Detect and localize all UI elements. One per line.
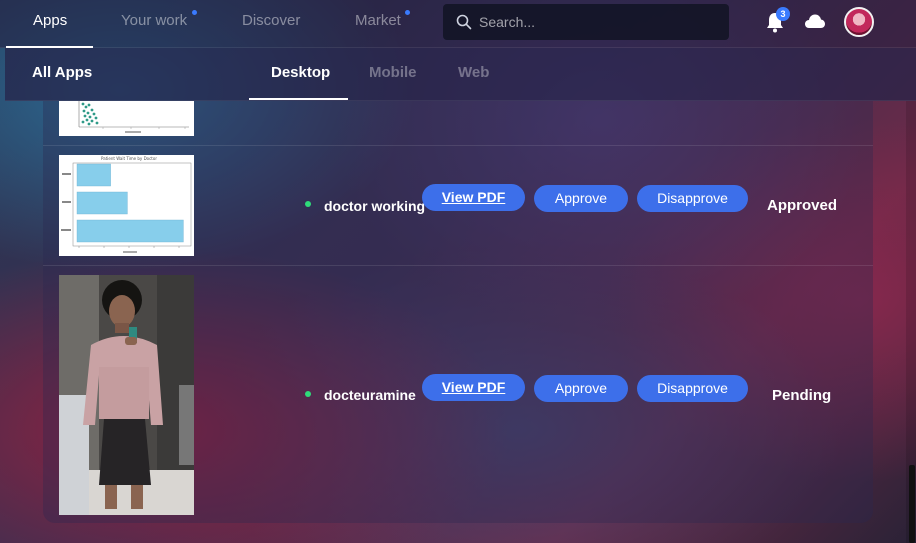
tab-discover[interactable]: Discover bbox=[242, 0, 300, 48]
notification-count-badge: 3 bbox=[776, 7, 790, 21]
market-indicator-dot bbox=[405, 10, 410, 15]
tab-apps[interactable]: Apps bbox=[5, 0, 94, 48]
sub-navbar: All Apps Desktop Mobile Web bbox=[5, 48, 916, 101]
active-tab-underline bbox=[249, 98, 348, 100]
bar-chart-image: Patient Wait Time by Doctor bbox=[61, 156, 192, 253]
person-photo-image bbox=[59, 275, 194, 515]
view-pdf-button[interactable]: View PDF bbox=[422, 184, 525, 211]
search-icon bbox=[456, 14, 472, 30]
chart-bars bbox=[76, 163, 184, 243]
app-author-name: doctor working bbox=[324, 198, 426, 214]
row-divider bbox=[43, 145, 873, 146]
approve-button[interactable]: Approve bbox=[534, 185, 628, 212]
tab-mobile[interactable]: Mobile bbox=[369, 48, 417, 101]
online-status-dot bbox=[305, 201, 311, 207]
status-label: Approved bbox=[767, 197, 838, 214]
your-work-indicator-dot bbox=[192, 10, 197, 15]
view-pdf-button[interactable]: View PDF bbox=[422, 374, 525, 401]
disapprove-button[interactable]: Disapprove bbox=[637, 375, 748, 402]
tab-market[interactable]: Market bbox=[355, 0, 401, 48]
chart-title: Patient Wait Time by Doctor bbox=[101, 156, 157, 161]
chart-bar bbox=[76, 219, 184, 243]
row-divider bbox=[43, 265, 873, 266]
search-input[interactable] bbox=[479, 4, 719, 40]
disapprove-button[interactable]: Disapprove bbox=[637, 185, 748, 212]
chart-bar bbox=[76, 191, 128, 215]
bar-chart-thumbnail[interactable]: Patient Wait Time by Doctor bbox=[59, 155, 194, 256]
online-status-dot bbox=[305, 391, 311, 397]
chart-bar bbox=[76, 163, 111, 187]
status-label: Pending bbox=[772, 387, 832, 404]
avatar[interactable] bbox=[844, 7, 874, 37]
tab-desktop[interactable]: Desktop bbox=[271, 48, 330, 101]
scatter-chart-thumbnail[interactable] bbox=[59, 101, 194, 136]
cloud-icon[interactable] bbox=[804, 12, 826, 30]
all-apps-title[interactable]: All Apps bbox=[32, 48, 92, 101]
scatter-chart-image bbox=[78, 101, 189, 133]
tab-your-work[interactable]: Your work bbox=[121, 0, 187, 48]
search-box bbox=[443, 4, 729, 40]
app-author-name: docteuramine bbox=[324, 387, 416, 403]
approve-button[interactable]: Approve bbox=[534, 375, 628, 402]
tab-web[interactable]: Web bbox=[458, 48, 489, 101]
top-navbar: Apps Your work Discover Market 3 bbox=[0, 0, 916, 48]
person-photo-thumbnail[interactable] bbox=[59, 275, 194, 515]
scrollbar-thumb[interactable] bbox=[909, 465, 915, 543]
